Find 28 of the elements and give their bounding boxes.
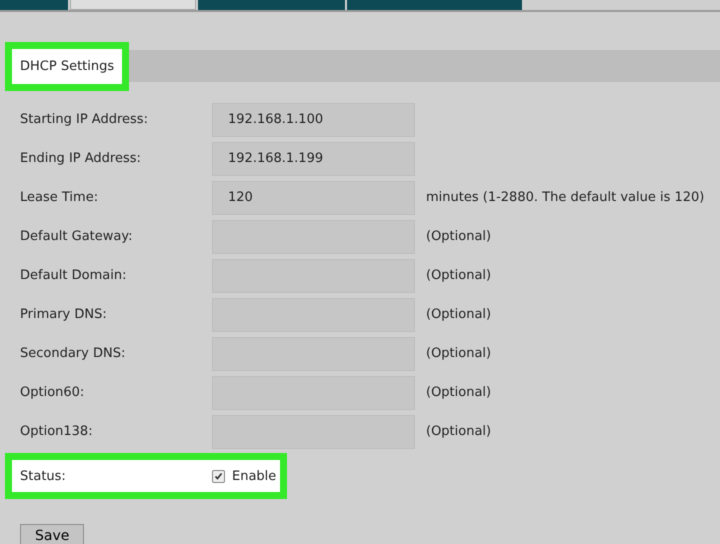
field-label: Secondary DNS: — [19, 346, 126, 361]
field-label: Status: — [20, 468, 67, 484]
input-field[interactable]: 192.168.1.100 — [212, 102, 415, 136]
input-field[interactable]: 120 — [212, 180, 415, 214]
tab[interactable] — [0, 0, 68, 10]
field-hint: (Optional) — [426, 268, 492, 283]
checkbox-label: Enable — [232, 468, 276, 484]
tab[interactable] — [347, 0, 522, 10]
tab[interactable] — [70, 0, 196, 10]
save-button[interactable]: Save — [20, 524, 84, 544]
field-hint: (Optional) — [426, 346, 492, 361]
input-field[interactable]: 192.168.1.199 — [212, 142, 415, 176]
field-hint: (Optional) — [426, 385, 492, 400]
field-label: Default Domain: — [19, 268, 128, 283]
section-title: DHCP Settings — [20, 58, 114, 74]
checkbox[interactable] — [212, 470, 225, 482]
field-label: Option60: — [19, 385, 86, 400]
field-label: Lease Time: — [19, 190, 100, 205]
field-label: Option138: — [19, 424, 94, 439]
field-hint: (Optional) — [426, 424, 492, 439]
tab[interactable] — [198, 0, 345, 10]
field-label: Ending IP Address: — [19, 151, 142, 166]
field-hint: (Optional) — [426, 307, 492, 322]
field-label: Primary DNS: — [19, 307, 108, 322]
field-label: Starting IP Address: — [19, 112, 149, 127]
field-hint: (Optional) — [426, 229, 492, 244]
field-label: Default Gateway: — [19, 229, 134, 244]
field-hint: minutes (1-2880. The default value is 120) — [426, 190, 704, 205]
